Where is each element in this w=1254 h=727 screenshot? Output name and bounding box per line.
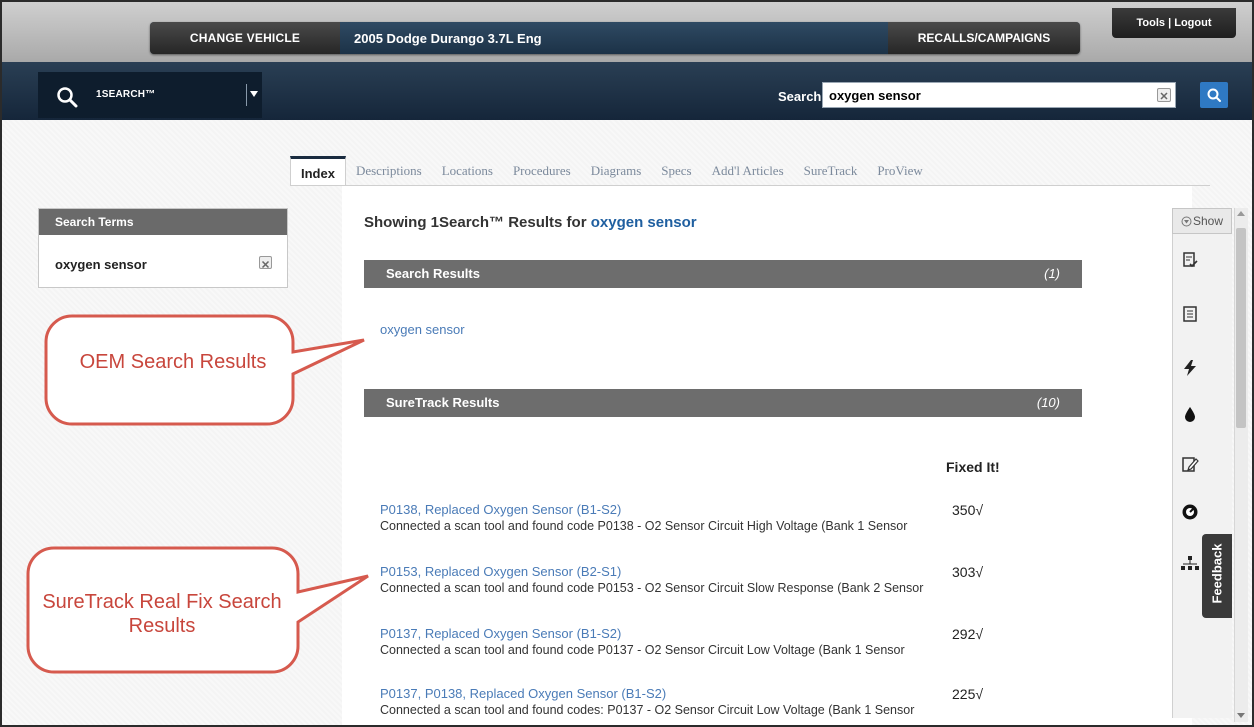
result-description: Connected a scan tool and found codes: P…	[380, 703, 915, 717]
onesearch-dropdown[interactable]	[246, 84, 258, 106]
change-vehicle-button[interactable]: CHANGE VEHICLE	[150, 22, 340, 54]
search-label: Search	[778, 89, 822, 104]
suretrack-results-count: (10)	[1036, 395, 1060, 410]
search-results-count: (1)	[1044, 266, 1060, 281]
document-check-icon[interactable]	[1178, 248, 1202, 272]
scrollbar-thumb[interactable]	[1236, 228, 1246, 428]
clear-search-icon[interactable]	[1157, 88, 1171, 102]
vehicle-name: 2005 Dodge Durango 3.7L Eng	[354, 30, 542, 46]
result-fix-count: 350√	[952, 502, 984, 518]
oem-result-link[interactable]: oxygen sensor	[380, 322, 465, 337]
search-term-item: oxygen sensor	[55, 257, 147, 272]
tab-procedures[interactable]: Procedures	[503, 156, 581, 186]
tab-suretrack[interactable]: SureTrack	[794, 156, 868, 186]
edit-document-icon[interactable]	[1178, 452, 1202, 476]
search-input[interactable]	[822, 82, 1176, 108]
results-heading: Showing 1Search™ Results for oxygen sens…	[364, 214, 697, 231]
tab-specs[interactable]: Specs	[651, 156, 701, 186]
tab-diagrams[interactable]: Diagrams	[581, 156, 652, 186]
suretrack-results-title: SureTrack Results	[386, 395, 500, 410]
search-icon	[57, 87, 78, 108]
result-description: Connected a scan tool and found code P01…	[380, 581, 924, 595]
result-description: Connected a scan tool and found code P01…	[380, 643, 905, 657]
gauge-icon[interactable]	[1178, 500, 1202, 524]
result-description: Connected a scan tool and found code P01…	[380, 519, 908, 533]
network-icon[interactable]	[1178, 552, 1202, 576]
fixed-it-header: Fixed It!	[946, 459, 1000, 475]
result-fix-count: 303√	[952, 564, 984, 580]
result-item: P0138, Replaced Oxygen Sensor (B1-S2) 35…	[380, 502, 1080, 533]
tab-descriptions[interactable]: Descriptions	[346, 156, 432, 186]
result-item: P0137, Replaced Oxygen Sensor (B1-S2) 29…	[380, 626, 1080, 657]
app-frame: CHANGE VEHICLE 2005 Dodge Durango 3.7L E…	[0, 0, 1254, 727]
tab-index[interactable]: Index	[290, 156, 346, 186]
suretrack-callout-label: SureTrack Real Fix Search Results	[42, 591, 282, 637]
rail-show-label: Show	[1192, 214, 1224, 228]
search-button[interactable]	[1200, 82, 1228, 108]
search-results-title: Search Results	[386, 266, 480, 281]
result-item: P0153, Replaced Oxygen Sensor (B2-S1) 30…	[380, 564, 1080, 595]
fluid-drop-icon[interactable]	[1178, 402, 1202, 426]
scroll-down-icon[interactable]	[1237, 712, 1245, 720]
lightning-icon[interactable]	[1178, 356, 1202, 380]
tab-bar: Index Descriptions Locations Procedures …	[290, 156, 933, 186]
search-terms-header: Search Terms	[39, 209, 287, 235]
expand-icon	[1181, 216, 1192, 226]
onesearch-label: 1SEARCH™	[96, 89, 156, 100]
tab-addl-articles[interactable]: Add'l Articles	[702, 156, 794, 186]
result-fix-count: 292√	[952, 626, 984, 642]
tools-logout-link[interactable]: Tools | Logout	[1112, 8, 1236, 38]
scroll-up-icon[interactable]	[1237, 210, 1245, 218]
oem-callout-label: OEM Search Results	[79, 351, 267, 373]
document-list-icon[interactable]	[1178, 302, 1202, 326]
result-item: P0137, P0138, Replaced Oxygen Sensor (B1…	[380, 686, 1080, 717]
search-results-bar: Search Results (1)	[364, 260, 1082, 288]
search-terms-panel: Search Terms oxygen sensor	[38, 208, 288, 288]
suretrack-results-bar: SureTrack Results (10)	[364, 389, 1082, 417]
remove-term-icon[interactable]	[259, 256, 272, 269]
results-heading-query: oxygen sensor	[590, 214, 697, 231]
rail-show-toggle[interactable]: Show	[1172, 208, 1232, 234]
tab-locations[interactable]: Locations	[432, 156, 503, 186]
recalls-campaigns-button[interactable]: RECALLS/CAMPAIGNS	[888, 22, 1080, 54]
feedback-tab[interactable]: Feedback	[1202, 534, 1232, 618]
result-fix-count: 225√	[952, 686, 984, 702]
search-icon	[1207, 88, 1221, 102]
results-heading-prefix: Showing 1Search™ Results for	[364, 214, 591, 231]
chevron-down-icon	[250, 91, 258, 97]
tab-proview[interactable]: ProView	[867, 156, 932, 186]
feedback-label: Feedback	[1209, 543, 1225, 604]
